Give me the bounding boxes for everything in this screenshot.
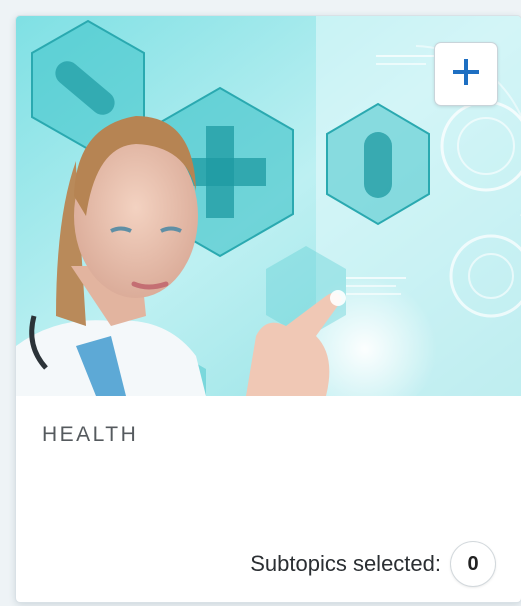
subtopics-count-badge: 0: [451, 542, 495, 586]
subtopics-selected: Subtopics selected: 0: [250, 542, 495, 586]
plus-icon: [450, 56, 482, 93]
add-topic-button[interactable]: [435, 43, 497, 105]
subtopics-selected-label: Subtopics selected:: [250, 551, 441, 576]
topic-title: HEALTH: [42, 423, 139, 446]
page-background: HEALTH Subtopics selected: 0: [0, 0, 521, 606]
topic-card-health[interactable]: HEALTH Subtopics selected: 0: [16, 16, 521, 602]
